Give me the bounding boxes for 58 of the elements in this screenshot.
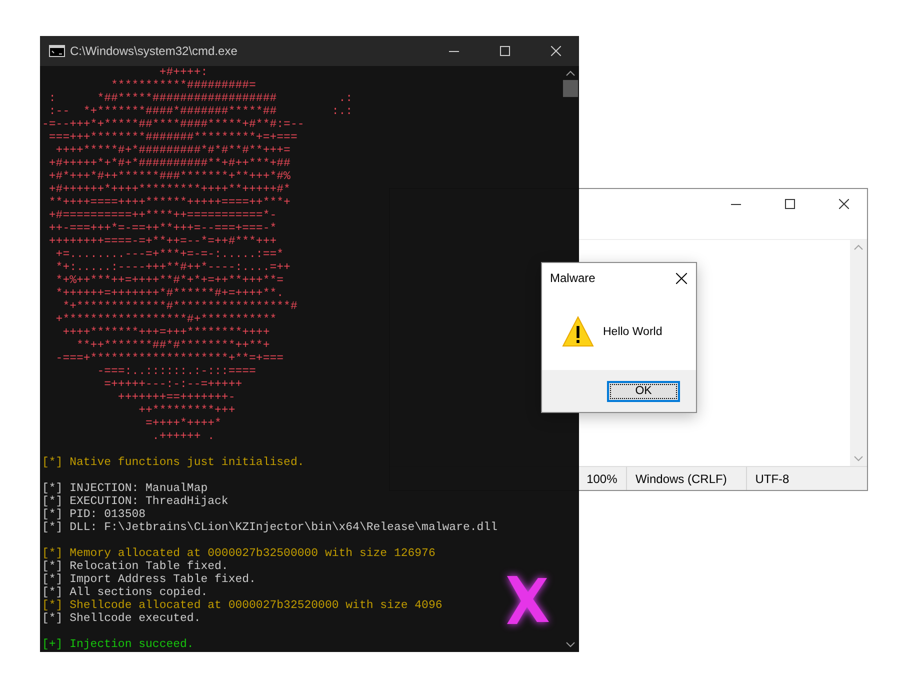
ascii-art-line: +******************#+*********** [54, 313, 277, 326]
log-line: [*] Shellcode allocated at 0000027b32520000 with size 4096 [42, 599, 442, 612]
ascii-art-line: ++++*******+++=+++********++++ [62, 326, 270, 339]
ascii-art-line: =+++++---:-:--=+++++ [103, 378, 242, 391]
log-line: [*] Shellcode executed. [42, 612, 201, 625]
log-line: [*] DLL: F:\Jetbrains\CLion\KZInjector\bin\x64\Release\malware.dll [42, 521, 498, 534]
ascii-art-line: +=........---=+***+=-=-:.....:==* [54, 248, 284, 261]
log-line: [*] EXECUTION: ThreadHijack [42, 495, 228, 508]
ascii-art-line: .++++++ . [151, 430, 215, 443]
log-line: [*] Native functions just initialised. [42, 456, 304, 469]
close-icon [839, 199, 849, 209]
warning-icon [562, 316, 594, 347]
scroll-up-icon[interactable] [566, 70, 575, 76]
ascii-art-line: ++++++++====-=+**++=--*=++#***+++ [48, 235, 277, 248]
scroll-down-icon[interactable] [566, 642, 575, 648]
ascii-art-line: -===:..::::::.:-:::==== [96, 365, 256, 378]
ascii-art-line: *+%++***++=++++**#*+*+=++**+++**= [54, 274, 284, 287]
ascii-art-line: =++++*++++* [144, 417, 222, 430]
ascii-art-line: -===+********************+**=+=== [54, 352, 284, 365]
ascii-art-line: **++++====++++******+++++====++***+ [48, 196, 290, 209]
ascii-art-line: +#+++++*+*#+*##########**+#++***+## [48, 157, 290, 170]
ascii-art-line: *+*************#*****************# [62, 300, 298, 313]
close-icon [551, 46, 561, 56]
maximize-icon [785, 199, 795, 209]
log-line: [*] PID: 013508 [42, 508, 146, 521]
log-line: [*] Memory allocated at 0000027b32500000 with size 126976 [42, 547, 436, 560]
dialog-message: Hello World [603, 326, 662, 338]
log-line: [*] INJECTION: ManualMap [42, 482, 208, 495]
status-text: UTF-8 [746, 467, 867, 490]
ascii-art-line: *++++++=+++++++*#******#+=++++**. [54, 287, 284, 300]
ascii-art-line: : *##*****################## .: [48, 92, 353, 105]
ascii-art-line: :-- *+*******####*#######*****## :.: [48, 105, 353, 118]
log-line: [*] Relocation Table fixed. [42, 560, 228, 573]
ascii-art-line: +#++++++*++++*********++++**+++++#* [48, 183, 290, 196]
terminal-icon [49, 45, 65, 57]
ascii-art-line: **++*******##*#********++**+ [76, 339, 270, 352]
log-line: [+] Injection succeed. [42, 638, 194, 651]
log-line: [*] All sections copied. [42, 586, 208, 599]
maximize-icon [500, 46, 510, 56]
ascii-art-line: ++*********+++ [138, 404, 236, 417]
scroll-thumb[interactable] [563, 80, 578, 97]
dialog-title: Malware [550, 271, 596, 285]
ascii-art-line: +#==========++****++===========*- [48, 209, 277, 222]
x-mark-icon [505, 574, 551, 626]
ascii-art-line: *+:.....:----+++**#++*----:....=++ [54, 261, 290, 274]
ascii-art-line: +#++++: [158, 66, 208, 79]
status-text: Windows (CRLF) [626, 467, 746, 490]
ascii-art-line: +#*+++*#++******###*******+**+++*#% [48, 170, 290, 183]
ok-button[interactable]: OK [607, 380, 680, 402]
ascii-art-line: ++-===+++*=-==++**+++=--===+===-* [48, 222, 277, 235]
ascii-art-line: +++++++==+++++++- [116, 391, 236, 404]
window-title: C:\Windows\system32\cmd.exe [70, 44, 238, 58]
ascii-art-line: -=--+++*+*****##****####*****+#**#:=-- [42, 118, 304, 131]
close-icon [676, 272, 686, 284]
ascii-art-line: ++++*****#+*#########*#*#**#**+++= [54, 144, 290, 157]
ascii-art-line: ===+++********#######*********+=+=== [48, 131, 298, 144]
ascii-art-line: ***********#########= [110, 79, 256, 92]
log-line: [*] Import Address Table fixed. [42, 573, 256, 586]
